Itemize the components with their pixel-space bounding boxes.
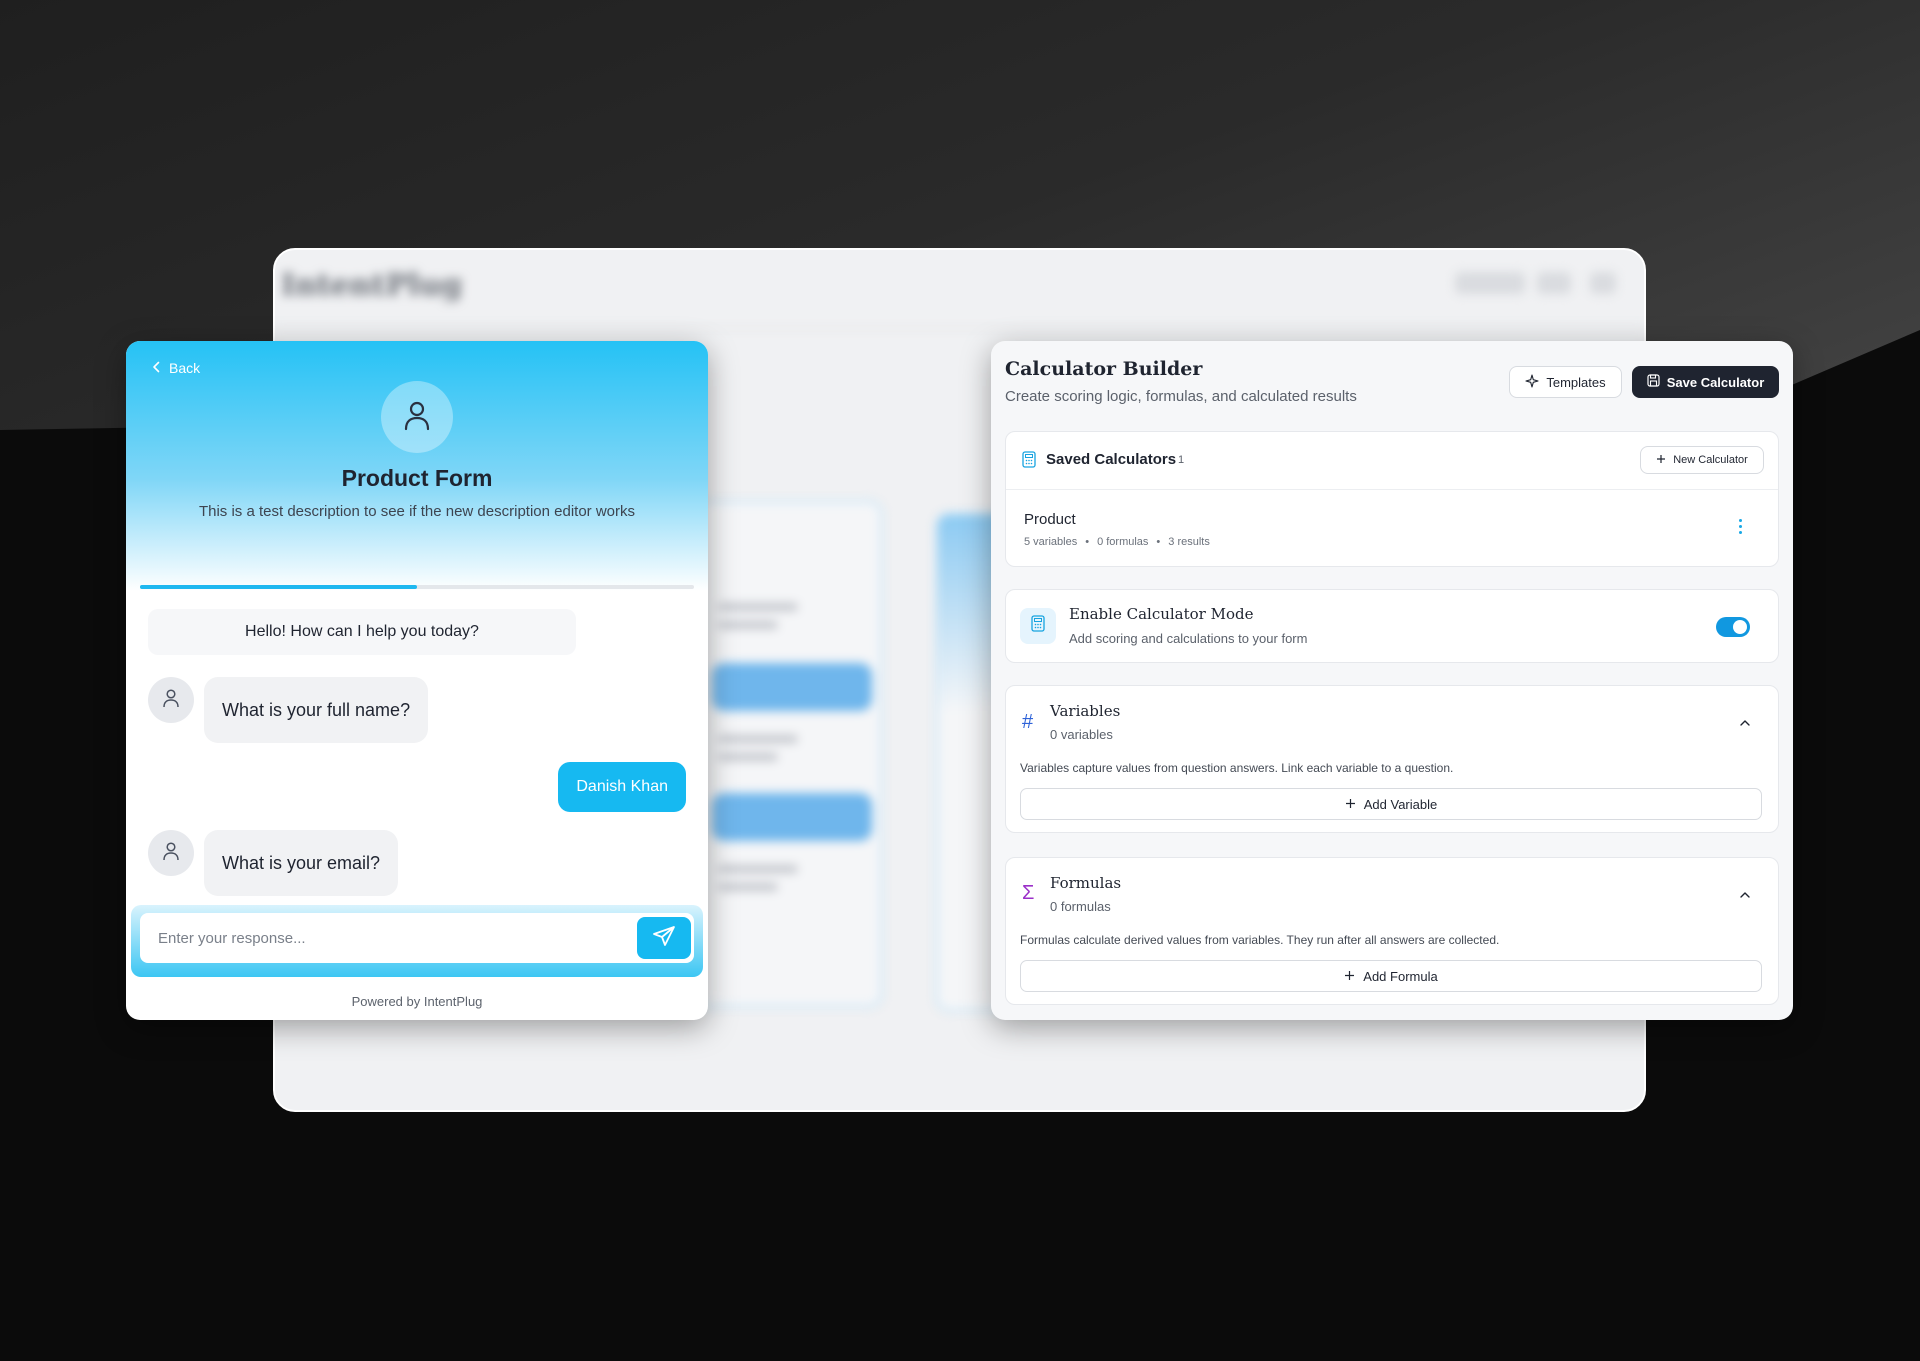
- hash-icon: #: [1022, 711, 1034, 733]
- saved-count-badge: 1: [1178, 454, 1185, 466]
- bot-message: What is your full name?: [204, 677, 429, 743]
- chat-input-area: [131, 905, 703, 977]
- back-button[interactable]: Back: [152, 360, 200, 376]
- powered-by: Powered by IntentPlug: [351, 994, 483, 1009]
- page-subtitle: Create scoring logic, formulas, and calc…: [1005, 388, 1357, 405]
- user-message: Danish Khan: [558, 762, 686, 812]
- chat-widget: Back Product Form This is a test descrip…: [126, 341, 708, 1020]
- send-button[interactable]: [637, 917, 691, 959]
- calculator-item-meta: 5 variables • 0 formulas • 3 results: [1024, 536, 1210, 548]
- greeting-message: Hello! How can I help you today?: [148, 609, 576, 655]
- calculator-icon: [1031, 615, 1045, 637]
- add-variable-button[interactable]: Add Variable: [1020, 788, 1762, 820]
- save-label: Save Calculator: [1666, 374, 1765, 390]
- chevron-left-icon: [152, 360, 161, 376]
- paper-plane-icon: [652, 925, 676, 952]
- plus-icon: [1344, 969, 1355, 984]
- calculator-mode-icon-tile: [1020, 608, 1056, 644]
- backdrop-logo: IntentPlug: [281, 268, 463, 303]
- page-title: Calculator Builder: [1005, 358, 1203, 380]
- back-label: Back: [169, 360, 201, 376]
- calculator-mode-card: Enable Calculator Mode Add scoring and c…: [1005, 589, 1779, 663]
- save-calculator-button[interactable]: Save Calculator: [1632, 366, 1779, 398]
- add-variable-label: Add Variable: [1363, 796, 1438, 812]
- backdrop-chip: [1537, 272, 1571, 294]
- sigma-icon: Σ: [1022, 882, 1035, 904]
- form-title: Product Form: [341, 465, 493, 491]
- backdrop-chip: [1455, 272, 1525, 294]
- add-formula-label: Add Formula: [1363, 968, 1438, 984]
- saved-calculators-title: Saved Calculators: [1046, 451, 1177, 468]
- plus-icon: [1345, 797, 1356, 812]
- chevron-up-icon[interactable]: [1738, 716, 1752, 730]
- user-icon: [162, 841, 180, 866]
- progress-bar: [140, 585, 694, 589]
- separator-dot: •: [1156, 536, 1161, 548]
- formulas-title: Formulas: [1050, 874, 1122, 892]
- new-calculator-label: New Calculator: [1673, 454, 1748, 466]
- variables-count: 0 variables: [1050, 727, 1113, 742]
- formulas-count: 0 formulas: [1097, 536, 1149, 548]
- variables-count: 5 variables: [1024, 536, 1078, 548]
- response-input[interactable]: [140, 913, 620, 963]
- variables-description: Variables capture values from question a…: [1020, 761, 1454, 775]
- formulas-card: Σ Formulas 0 formulas Formulas calculate…: [1005, 857, 1779, 1005]
- user-icon: [402, 399, 432, 436]
- calculator-mode-toggle[interactable]: [1716, 617, 1750, 637]
- backdrop-chip: [1590, 272, 1616, 294]
- form-description: This is a test description to see if the…: [198, 503, 636, 520]
- separator-dot: •: [1085, 536, 1090, 548]
- more-options-icon[interactable]: [1732, 516, 1748, 536]
- form-avatar: [381, 381, 453, 453]
- calculator-mode-subtitle: Add scoring and calculations to your for…: [1069, 631, 1308, 646]
- progress-fill: [140, 585, 417, 589]
- divider: [1006, 489, 1778, 490]
- bot-avatar: [148, 677, 194, 723]
- formulas-description: Formulas calculate derived values from v…: [1020, 933, 1500, 947]
- bot-message: What is your email?: [204, 830, 399, 896]
- bot-avatar: [148, 830, 194, 876]
- templates-button[interactable]: Templates: [1509, 366, 1622, 398]
- user-icon: [162, 688, 180, 713]
- backdrop-card: [695, 500, 883, 1008]
- plus-icon: [1656, 454, 1666, 467]
- variables-card: # Variables 0 variables Variables captur…: [1005, 685, 1779, 833]
- chevron-up-icon[interactable]: [1738, 888, 1752, 902]
- new-calculator-button[interactable]: New Calculator: [1640, 446, 1764, 474]
- calculator-mode-title: Enable Calculator Mode: [1069, 605, 1254, 623]
- calculator-icon: [1022, 451, 1036, 473]
- calculator-item-name[interactable]: Product: [1024, 511, 1076, 528]
- add-formula-button[interactable]: Add Formula: [1020, 960, 1762, 992]
- saved-calculators-card: Saved Calculators 1 New Calculator Produ…: [1005, 431, 1779, 567]
- save-icon: [1647, 374, 1660, 390]
- sparkles-icon: [1525, 373, 1539, 391]
- calculator-builder-panel: Calculator Builder Create scoring logic,…: [991, 341, 1793, 1020]
- backdrop-divider: [275, 328, 1644, 329]
- templates-label: Templates: [1546, 374, 1606, 390]
- results-count: 3 results: [1168, 536, 1210, 548]
- formulas-count: 0 formulas: [1050, 899, 1111, 914]
- chat-header: Back Product Form This is a test descrip…: [126, 341, 708, 591]
- variables-title: Variables: [1050, 702, 1121, 720]
- chat-input-box: [140, 913, 694, 963]
